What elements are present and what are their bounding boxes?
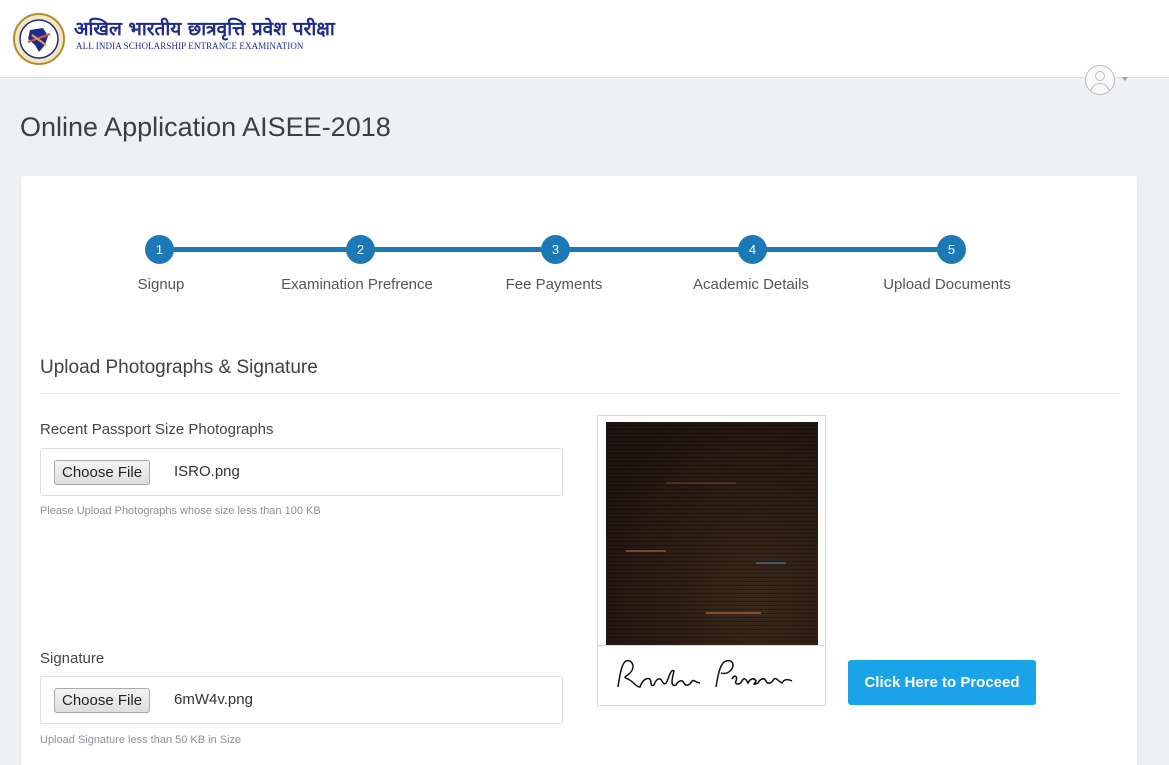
step-4-circle[interactable]: 4 <box>738 235 767 264</box>
logo-hindi-title: अखिल भारतीय छात्रवृत्ति प्रवेश परीक्षा <box>74 18 335 40</box>
photo-help-text: Please Upload Photographs whose size les… <box>40 505 321 517</box>
page-title: Online Application AISEE-2018 <box>20 112 391 142</box>
photo-choose-file-button[interactable]: Choose File <box>54 460 151 485</box>
chevron-down-icon[interactable] <box>1122 77 1128 81</box>
signature-preview-image <box>617 659 793 688</box>
signature-help-text: Upload Signature less than 50 KB in Size <box>40 734 242 746</box>
signature-file-name: 6mW4v.png <box>174 691 253 708</box>
step-1-label: Signup <box>137 276 185 293</box>
step-2-label: Examination Prefrence <box>281 276 433 293</box>
user-avatar-icon[interactable] <box>1085 65 1115 95</box>
step-3-label: Fee Payments <box>505 276 603 293</box>
top-bar: अखिल भारतीय छात्रवृत्ति प्रवेश परीक्षा A… <box>0 0 1169 78</box>
section-divider <box>40 393 1120 394</box>
logo-english-title: ALL INDIA SCHOLARSHIP ENTRANCE EXAMINATI… <box>76 41 304 51</box>
step-4-label: Academic Details <box>693 276 809 293</box>
preview-divider <box>598 645 825 646</box>
photo-file-name: ISRO.png <box>174 463 240 480</box>
proceed-button[interactable]: Click Here to Proceed <box>848 660 1036 705</box>
signature-file-field[interactable]: Choose File 6mW4v.png <box>40 676 563 724</box>
signature-field-label: Signature <box>40 650 105 667</box>
step-2-circle[interactable]: 2 <box>346 235 375 264</box>
step-3-circle[interactable]: 3 <box>541 235 570 264</box>
signature-choose-file-button[interactable]: Choose File <box>54 688 151 713</box>
section-title: Upload Photographs & Signature <box>40 357 318 378</box>
step-5-label: Upload Documents <box>883 276 1011 293</box>
photo-preview-image <box>606 422 818 646</box>
step-5-circle[interactable]: 5 <box>937 235 966 264</box>
photo-field-label: Recent Passport Size Photographs <box>40 421 274 438</box>
aisee-logo-emblem <box>13 13 65 65</box>
step-1-circle[interactable]: 1 <box>145 235 174 264</box>
photo-file-field[interactable]: Choose File ISRO.png <box>40 448 563 496</box>
upload-preview <box>597 415 826 706</box>
